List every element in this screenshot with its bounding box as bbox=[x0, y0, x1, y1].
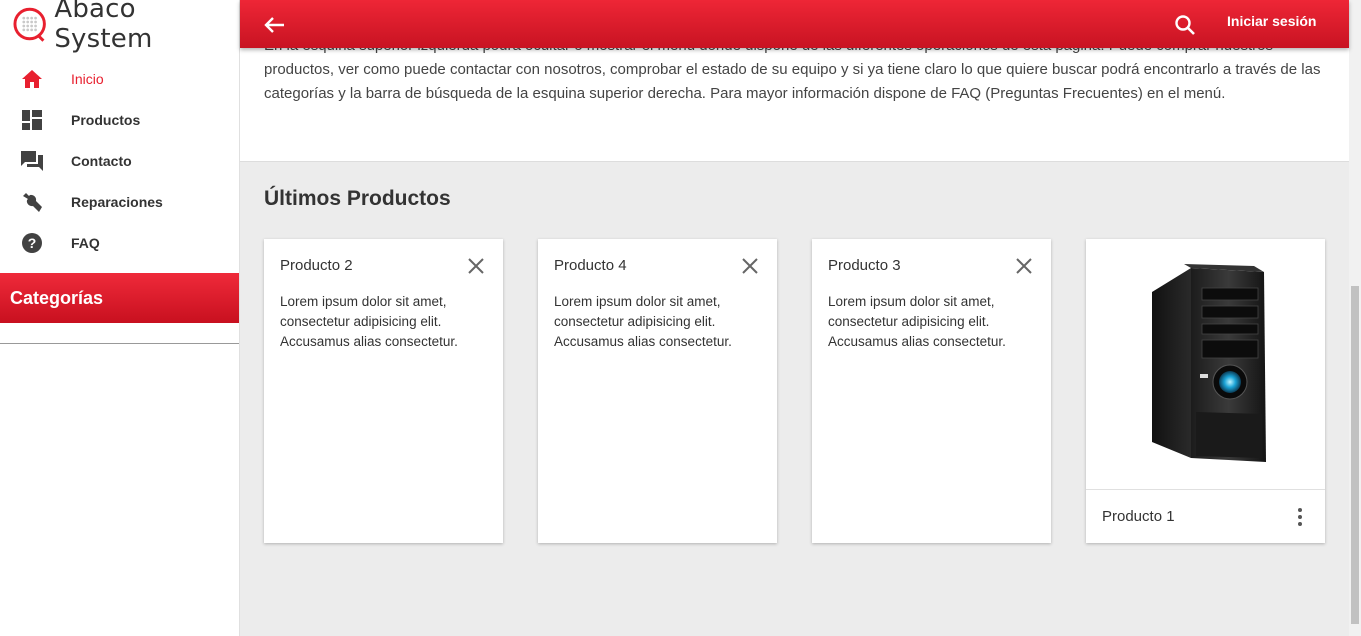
card-title: Producto 1 bbox=[1102, 508, 1175, 525]
card-body: Lorem ipsum dolor sit amet, consectetur … bbox=[828, 294, 1006, 349]
dashboard-icon bbox=[20, 108, 44, 132]
close-icon[interactable] bbox=[741, 257, 759, 275]
product-card[interactable]: Producto 3 Lorem ipsum dolor sit amet, c… bbox=[812, 239, 1051, 543]
categories-header[interactable]: Categorías bbox=[0, 273, 239, 323]
app-title: Abaco System bbox=[54, 0, 153, 54]
main-content: En la esquina superior izquierda podrá o… bbox=[240, 0, 1349, 636]
product-card[interactable]: Producto 4 Lorem ipsum dolor sit amet, c… bbox=[538, 239, 777, 543]
sidebar: Abaco System Inicio Productos Contacto R… bbox=[0, 0, 240, 636]
sidebar-item-inicio[interactable]: Inicio bbox=[0, 58, 239, 99]
brand[interactable]: Abaco System bbox=[0, 0, 239, 54]
card-title: Producto 2 bbox=[280, 257, 353, 274]
sidebar-item-faq[interactable]: ? FAQ bbox=[0, 222, 239, 263]
login-button[interactable]: Iniciar sesión bbox=[1227, 13, 1316, 29]
help-icon: ? bbox=[20, 231, 44, 255]
svg-text:?: ? bbox=[28, 235, 37, 251]
wrench-icon bbox=[20, 190, 44, 214]
arrow-back-icon[interactable] bbox=[262, 13, 286, 37]
card-body: Lorem ipsum dolor sit amet, consectetur … bbox=[554, 294, 732, 349]
card-body: Lorem ipsum dolor sit amet, consectetur … bbox=[280, 294, 458, 349]
scrollbar[interactable] bbox=[1349, 0, 1361, 636]
forum-icon bbox=[20, 149, 44, 173]
home-icon bbox=[20, 67, 44, 91]
sidebar-item-label: Reparaciones bbox=[71, 193, 163, 210]
pc-tower-icon bbox=[1151, 263, 1266, 462]
top-app-bar: Iniciar sesión bbox=[240, 0, 1349, 48]
more-vert-icon[interactable] bbox=[1297, 507, 1303, 527]
sidebar-divider bbox=[0, 343, 239, 344]
search-icon[interactable] bbox=[1174, 14, 1196, 36]
card-footer: Producto 1 bbox=[1086, 489, 1325, 543]
card-title: Producto 3 bbox=[828, 257, 901, 274]
product-card[interactable]: Producto 1 bbox=[1086, 239, 1325, 543]
product-image[interactable] bbox=[1086, 239, 1325, 489]
sidebar-item-contacto[interactable]: Contacto bbox=[0, 140, 239, 181]
sidebar-item-label: FAQ bbox=[71, 234, 100, 251]
categories-title: Categorías bbox=[10, 287, 104, 308]
sidebar-item-label: Inicio bbox=[71, 70, 104, 87]
sidebar-item-productos[interactable]: Productos bbox=[0, 99, 239, 140]
scrollbar-thumb[interactable] bbox=[1351, 286, 1359, 624]
close-icon[interactable] bbox=[1015, 257, 1033, 275]
close-icon[interactable] bbox=[467, 257, 485, 275]
product-card[interactable]: Producto 2 Lorem ipsum dolor sit amet, c… bbox=[264, 239, 503, 543]
card-title: Producto 4 bbox=[554, 257, 627, 274]
sidebar-item-label: Contacto bbox=[71, 152, 132, 169]
sidebar-item-label: Productos bbox=[71, 111, 141, 128]
abaco-logo-icon bbox=[13, 7, 46, 42]
sidebar-nav: Inicio Productos Contacto Reparaciones ?… bbox=[0, 58, 239, 263]
sidebar-item-reparaciones[interactable]: Reparaciones bbox=[0, 181, 239, 222]
section-title: Últimos Productos bbox=[264, 187, 451, 210]
